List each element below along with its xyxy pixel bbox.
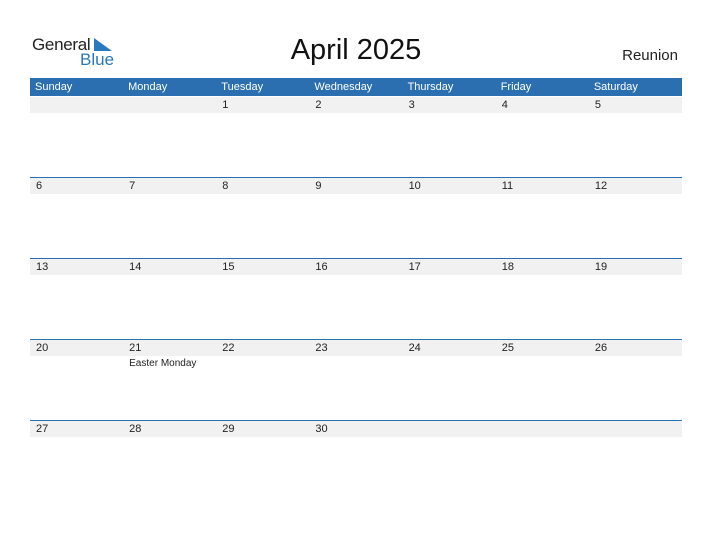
day-cell: 17 [402,259,496,340]
day-number: 29 [216,421,310,437]
day-cell: 15 [216,259,310,340]
day-number: 10 [402,178,496,194]
week-row: 13 14 15 16 17 18 19 [30,258,682,340]
day-number: 1 [216,97,310,113]
day-number: 14 [123,259,217,275]
day-cell: 21 Easter Monday [123,340,217,421]
weekday-monday: Monday [128,81,168,93]
day-cell: 19 [588,259,682,340]
day-cell: 16 [309,259,403,340]
day-cell: 2 [309,97,403,178]
day-number: 12 [588,178,682,194]
day-cell: 25 [495,340,589,421]
day-number [588,421,682,437]
weekday-header: Sunday Monday Tuesday Wednesday Thursday… [30,78,682,96]
day-number: 28 [123,421,217,437]
day-cell [402,421,496,502]
day-number: 11 [495,178,589,194]
day-number [402,421,496,437]
day-number: 22 [216,340,310,356]
week-row: 12345 [30,97,682,178]
day-cell: 1 [216,97,310,178]
day-cell: 26 [588,340,682,421]
weekday-wednesday: Wednesday [314,81,373,93]
day-cell: 27 [30,421,124,502]
day-cell [30,97,124,178]
day-number: 9 [309,178,403,194]
day-number: 25 [495,340,589,356]
day-number: 27 [30,421,124,437]
day-number: 20 [30,340,124,356]
day-number: 2 [309,97,403,113]
day-number: 15 [216,259,310,275]
day-number: 5 [588,97,682,113]
day-number: 23 [309,340,403,356]
day-number: 24 [402,340,496,356]
weekday-friday: Friday [500,81,532,93]
day-cell: 3 [402,97,496,178]
page-title: April 2025 [290,34,422,66]
week-row: 20 21 Easter Monday 22 23 24 25 26 [30,339,682,421]
day-number: 18 [495,259,589,275]
weekday-tuesday: Tuesday [221,81,264,93]
weekday-thursday: Thursday [407,81,454,93]
day-cell: 5 [588,97,682,178]
day-cell: 10 [402,178,496,259]
weekday-sunday: Sunday [35,81,73,93]
week-row: 6 7 8 9 10 11 12 [30,177,682,259]
day-number: 21 [123,340,217,356]
day-cell: 23 [309,340,403,421]
day-number: 30 [309,421,403,437]
day-cell: 14 [123,259,217,340]
day-number [495,421,589,437]
day-cell: 18 [495,259,589,340]
day-number: 26 [588,340,682,356]
day-cell: 30 [309,421,403,502]
day-number: 13 [30,259,124,275]
day-number: 8 [216,178,310,194]
holiday-label: Easter Monday [129,358,197,369]
day-cell: 24 [402,340,496,421]
day-cell: 12 [588,178,682,259]
day-cell: 4 [495,97,589,178]
day-cell: 13 [30,259,124,340]
day-cell [123,97,217,178]
day-number: 7 [123,178,217,194]
day-number: 17 [402,259,496,275]
day-number: 3 [402,97,496,113]
region-label: Reunion [622,47,678,64]
day-cell: 7 [123,178,217,259]
day-number: 6 [30,178,124,194]
day-cell [588,421,682,502]
day-number: 4 [495,97,589,113]
day-cell [495,421,589,502]
day-cell: 20 [30,340,124,421]
weekday-saturday: Saturday [593,81,638,93]
day-cell: 28 [123,421,217,502]
day-cell: 29 [216,421,310,502]
week-row: 27 28 29 30 [30,420,682,502]
day-number [123,97,217,113]
day-cell: 8 [216,178,310,259]
day-number [30,97,124,113]
day-cell: 22 [216,340,310,421]
day-cell: 9 [309,178,403,259]
day-cell: 6 [30,178,124,259]
day-number: 19 [588,259,682,275]
day-cell: 11 [495,178,589,259]
day-number: 16 [309,259,403,275]
